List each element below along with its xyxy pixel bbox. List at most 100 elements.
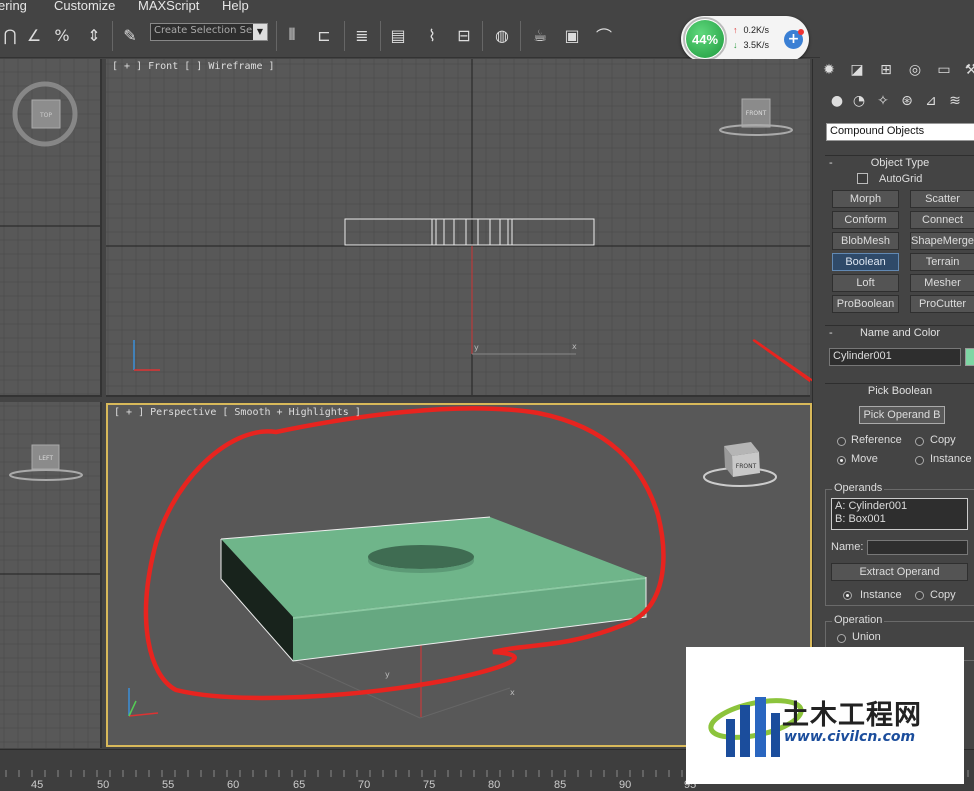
scene-explorer-icon[interactable]: ▤: [386, 23, 410, 47]
rollout-pick-boolean[interactable]: Pick Boolean: [825, 383, 974, 397]
ruler-tick: 60: [227, 779, 240, 791]
svg-text:x: x: [572, 342, 577, 351]
move-radio[interactable]: [837, 456, 846, 465]
viewport-top[interactable]: TOP: [0, 59, 102, 397]
axis-gizmo-perspective: [128, 688, 159, 717]
boolean-button[interactable]: Boolean: [832, 253, 899, 271]
menu-help[interactable]: Help: [222, 0, 249, 13]
svg-text:y: y: [474, 343, 479, 352]
motion-tab-icon[interactable]: ◎: [904, 62, 926, 82]
net-plus-icon[interactable]: +: [784, 29, 804, 49]
extract-copy-label: Copy: [930, 589, 956, 601]
viewport-front[interactable]: y x FRONT [ + ] Front [ ] Wireframe ]: [106, 59, 810, 397]
operand-a[interactable]: A: Cylinder001: [835, 500, 907, 512]
spinner-snap-icon[interactable]: ⇕: [82, 23, 106, 47]
view-cube-perspective-label: FRONT: [736, 463, 757, 470]
ruler-tick: 70: [358, 779, 371, 791]
rollout-object-type[interactable]: - Object Type: [825, 155, 974, 169]
schematic-view-icon[interactable]: ⊟: [452, 23, 476, 47]
operand-b[interactable]: B: Box001: [835, 513, 886, 525]
align-icon[interactable]: ⊏: [312, 23, 336, 47]
procutter-button[interactable]: ProCutter: [910, 295, 974, 313]
ruler-tick: 75: [423, 779, 436, 791]
extract-copy-radio[interactable]: [915, 591, 924, 600]
grid-front: y x FRONT: [106, 59, 810, 395]
scatter-button[interactable]: Scatter: [910, 190, 974, 208]
rendered-frame-icon[interactable]: ▣: [560, 23, 584, 47]
helpers-icon[interactable]: ⊿: [921, 93, 941, 113]
viewport-front-label[interactable]: [ + ] Front [ ] Wireframe ]: [112, 61, 275, 72]
extract-operand-button[interactable]: Extract Operand: [831, 563, 968, 581]
viewport-perspective-label[interactable]: [ + ] Perspective [ Smooth + Highlights …: [114, 407, 361, 418]
chevron-down-icon[interactable]: ▼: [253, 24, 267, 40]
percent-snap-icon[interactable]: %: [50, 23, 74, 47]
selection-set-combo[interactable]: Create Selection Se ▼: [150, 23, 268, 41]
shapes-icon[interactable]: ◔: [849, 93, 869, 113]
autogrid-label: AutoGrid: [879, 173, 923, 185]
conform-button[interactable]: Conform: [832, 211, 899, 229]
menu-customize[interactable]: Customize: [54, 0, 115, 13]
blobmesh-button[interactable]: BlobMesh: [832, 232, 899, 250]
operands-list[interactable]: A: Cylinder001 B: Box001: [831, 498, 968, 530]
reference-radio[interactable]: [837, 437, 846, 446]
ruler-tick: 55: [162, 779, 175, 791]
operand-name-field[interactable]: [867, 540, 968, 555]
copy-radio[interactable]: [915, 437, 924, 446]
mirror-icon[interactable]: ⫴: [280, 23, 304, 47]
terrain-button[interactable]: Terrain: [910, 253, 974, 271]
panel-subtabs: ● ◔ ✧ ⊛ ⊿ ≋: [823, 93, 974, 115]
category-dropdown[interactable]: Compound Objects: [826, 123, 974, 141]
curve-editor-icon[interactable]: ⌇: [420, 23, 444, 47]
union-label: Union: [852, 631, 881, 643]
ruler-tick: 85: [554, 779, 567, 791]
pick-operand-b-button[interactable]: Pick Operand B: [859, 406, 945, 424]
upload-speed: ↑ 0.2K/s: [733, 25, 770, 35]
viewport-left[interactable]: LEFT: [0, 402, 102, 748]
layer-manager-icon[interactable]: ≣: [350, 23, 374, 47]
view-cube-left-label: LEFT: [39, 455, 53, 462]
cameras-icon[interactable]: ⊛: [897, 93, 917, 113]
extract-instance-radio[interactable]: [843, 591, 852, 600]
autogrid-checkbox[interactable]: [857, 173, 868, 184]
utilities-tab-icon[interactable]: ⚒: [960, 62, 974, 82]
watermark-url: www.civilcn.com: [784, 729, 916, 745]
angle-snap-icon[interactable]: ∠: [22, 23, 46, 47]
object-name-field[interactable]: Cylinder001: [829, 348, 961, 366]
ruler-tick: 45: [31, 779, 44, 791]
watermark-title: 土木工程网: [782, 700, 922, 731]
lights-icon[interactable]: ✧: [873, 93, 893, 113]
space-warps-icon[interactable]: ≋: [945, 93, 965, 113]
ruler-tick: 80: [488, 779, 501, 791]
menu-rendering[interactable]: ering: [0, 0, 27, 13]
shapemerge-button[interactable]: ShapeMerge: [910, 232, 974, 250]
loft-button[interactable]: Loft: [832, 274, 899, 292]
hierarchy-tab-icon[interactable]: ⊞: [875, 62, 897, 82]
menu-bar: ering Customize MAXScript Help: [0, 0, 974, 15]
proboolean-button[interactable]: ProBoolean: [832, 295, 899, 313]
menu-maxscript[interactable]: MAXScript: [138, 0, 199, 13]
copy-label: Copy: [930, 434, 956, 446]
render-setup-icon[interactable]: ☕: [528, 23, 552, 47]
edit-named-selection-icon[interactable]: ✎: [118, 23, 142, 47]
render-icon[interactable]: ⌒: [592, 23, 616, 47]
geometry-icon[interactable]: ●: [827, 93, 847, 113]
svg-text:y: y: [385, 670, 390, 679]
download-speed: ↓ 3.5K/s: [733, 40, 770, 50]
union-radio[interactable]: [837, 634, 846, 643]
morph-button[interactable]: Morph: [832, 190, 899, 208]
display-tab-icon[interactable]: ▭: [933, 62, 955, 82]
rollout-name-color[interactable]: - Name and Color: [825, 325, 974, 339]
net-percent[interactable]: 44%: [686, 20, 724, 58]
object-color-swatch[interactable]: [965, 348, 974, 366]
connect-button[interactable]: Connect: [910, 211, 974, 229]
ruler-tick: 90: [619, 779, 632, 791]
instance-radio[interactable]: [915, 456, 924, 465]
extract-instance-label: Instance: [860, 589, 902, 601]
command-panel: ✹ ◪ ⊞ ◎ ▭ ⚒ ● ◔ ✧ ⊛ ⊿ ≋ Compound Objects…: [812, 59, 974, 749]
create-tab-icon[interactable]: ✹: [818, 62, 840, 82]
mesher-button[interactable]: Mesher: [910, 274, 974, 292]
material-editor-icon[interactable]: ◍: [490, 23, 514, 47]
magnet-icon[interactable]: ⋂: [0, 23, 22, 47]
operand-name-label: Name:: [831, 541, 864, 553]
modify-tab-icon[interactable]: ◪: [846, 62, 868, 82]
